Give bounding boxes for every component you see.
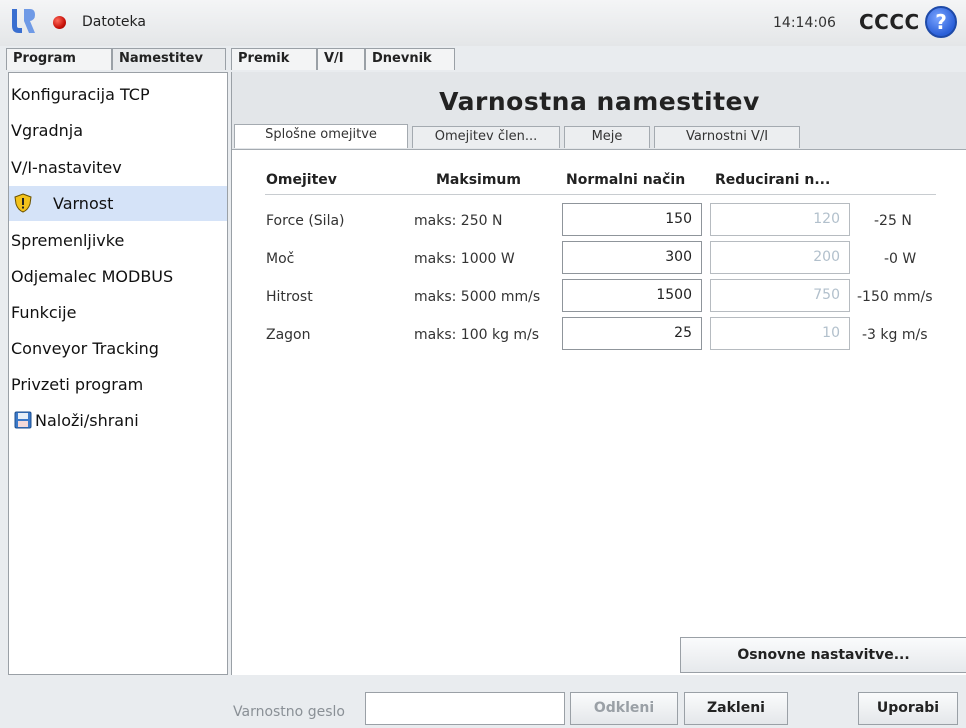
apply-button[interactable]: Uporabi (858, 692, 958, 725)
unlock-button[interactable]: Odkleni (570, 692, 678, 725)
tab-namestitev[interactable]: Namestitev (112, 48, 226, 70)
limit-maximum: maks: 1000 W (414, 251, 515, 267)
main-tab-bar: Program Namestitev Premik V/I Dnevnik (0, 48, 966, 70)
limit-label: Moč (266, 251, 295, 267)
tab-vi[interactable]: V/I (317, 48, 365, 70)
tab-dnevnik[interactable]: Dnevnik (365, 48, 455, 70)
power-delta: -0 W (884, 251, 917, 267)
safety-password-input[interactable] (365, 692, 565, 725)
normal-speed-input[interactable]: 1500 (562, 279, 702, 312)
installation-sidebar: Konfiguracija TCP Vgradnja V/I-nastavite… (8, 72, 228, 675)
limit-maximum: maks: 250 N (414, 213, 503, 229)
momentum-delta: -3 kg m/s (862, 327, 928, 343)
sidebar-item-mounting[interactable]: Vgradnja (9, 113, 227, 148)
limit-maximum: maks: 100 kg m/s (414, 327, 540, 343)
normal-power-input[interactable]: 300 (562, 241, 702, 274)
column-header-limit: Omejitev (266, 172, 337, 188)
reduced-speed-input[interactable]: 750 (710, 279, 850, 312)
floppy-disk-icon (14, 411, 32, 429)
tab-premik[interactable]: Premik (231, 48, 317, 70)
tab-general-limits[interactable]: Splošne omejitve (234, 124, 408, 148)
sidebar-item-features[interactable]: Funkcije (9, 295, 227, 330)
lock-button[interactable]: Zakleni (684, 692, 788, 725)
limit-maximum: maks: 5000 mm/s (414, 289, 541, 305)
normal-force-input[interactable]: 150 (562, 203, 702, 236)
tab-program[interactable]: Program (6, 48, 112, 70)
bottom-bar: Varnostno geslo Odkleni Zakleni Uporabi (0, 680, 966, 728)
column-header-normal: Normalni način (566, 172, 686, 188)
sidebar-item-variables[interactable]: Spremenljivke (9, 223, 227, 258)
ur-logo-icon (12, 9, 35, 33)
sidebar-item-tcp[interactable]: Konfiguracija TCP (9, 77, 227, 112)
general-limits-panel: Omejitev Maksimum Normalni način Reducir… (232, 149, 966, 675)
speed-delta: -150 mm/s (857, 289, 933, 305)
limit-label: Hitrost (266, 289, 313, 305)
sidebar-item-modbus[interactable]: Odjemalec MODBUS (9, 259, 227, 294)
limit-label: Zagon (266, 327, 311, 343)
robot-status-icon (53, 16, 66, 29)
safety-panel: Varnostna namestitev Splošne omejitve Om… (231, 72, 966, 675)
sidebar-item-default-program[interactable]: Privzeti program (9, 367, 227, 402)
clock: 14:14:06 (773, 15, 836, 31)
sidebar-item-load-save[interactable]: Naloži/shrani (9, 403, 227, 438)
help-button[interactable]: ? (925, 6, 957, 38)
header-divider (265, 194, 936, 195)
column-header-reduced: Reducirani n... (715, 172, 831, 188)
basic-settings-button[interactable]: Osnovne nastavitve... (680, 637, 966, 673)
robot-name: CCCC (859, 10, 920, 34)
title-bar: Datoteka 14:14:06 CCCC ? (0, 0, 966, 46)
sidebar-item-safety[interactable]: Varnost (9, 186, 227, 221)
warning-shield-icon (14, 193, 32, 213)
password-label: Varnostno geslo (233, 704, 345, 720)
reduced-force-input[interactable]: 120 (710, 203, 850, 236)
normal-momentum-input[interactable]: 25 (562, 317, 702, 350)
column-header-maximum: Maksimum (436, 172, 521, 188)
file-menu-label[interactable]: Datoteka (82, 14, 146, 30)
sidebar-item-label: Naloži/shrani (35, 411, 139, 430)
sidebar-item-label: Varnost (53, 194, 114, 213)
force-delta: -25 N (874, 213, 912, 229)
sidebar-item-conveyor[interactable]: Conveyor Tracking (9, 331, 227, 366)
tab-joint-limits[interactable]: Omejitev člen... (412, 126, 560, 148)
tab-boundaries[interactable]: Meje (564, 126, 650, 148)
tab-safety-io[interactable]: Varnostni V/I (654, 126, 800, 148)
reduced-momentum-input[interactable]: 10 (710, 317, 850, 350)
limit-label: Force (Sila) (266, 213, 345, 229)
page-title: Varnostna namestitev (439, 87, 760, 116)
sidebar-item-io-setup[interactable]: V/I-nastavitev (9, 150, 227, 185)
reduced-power-input[interactable]: 200 (710, 241, 850, 274)
